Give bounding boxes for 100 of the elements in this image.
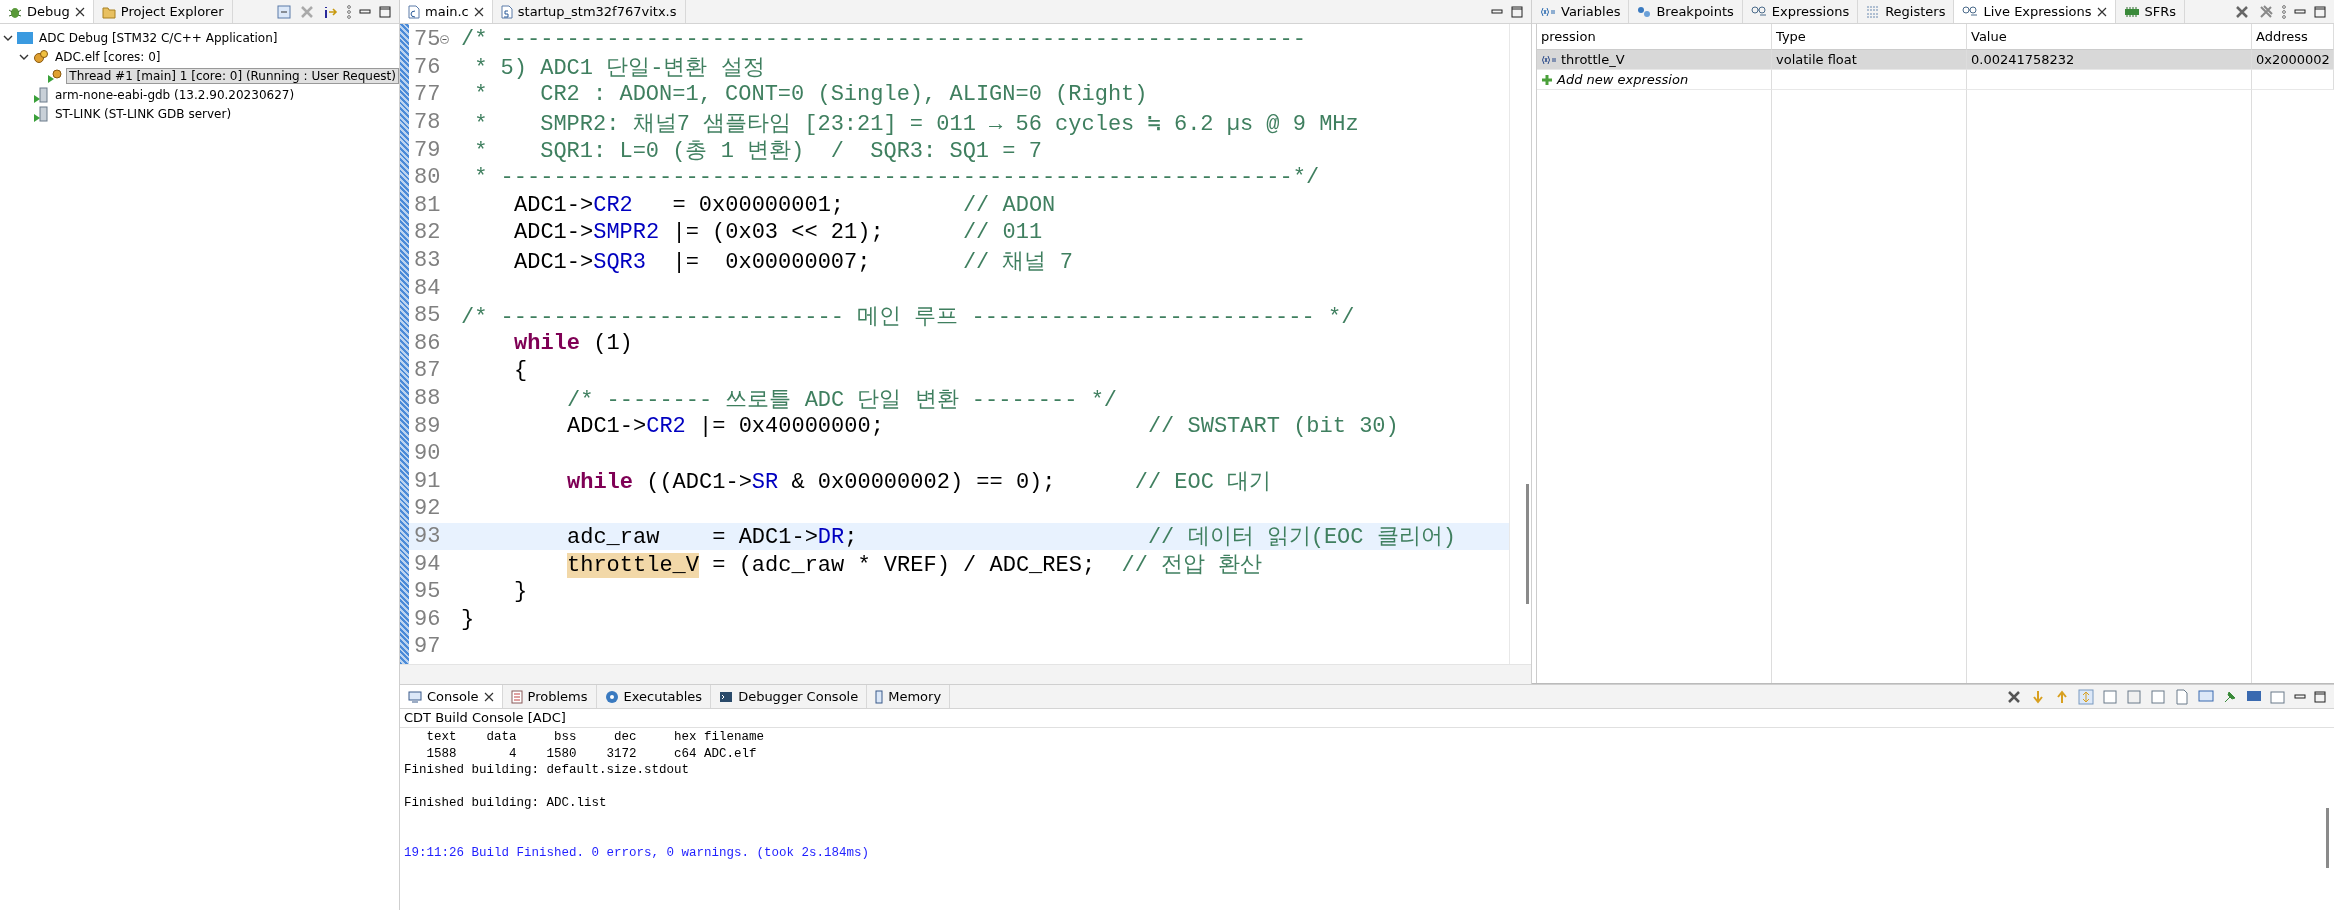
- table-cell: volatile float: [1772, 50, 1967, 70]
- code-line: ADC1->SQR3 |= 0x00000007; // 채널 7: [514, 248, 1073, 276]
- variable-icon: [1541, 54, 1557, 65]
- file-icon: [500, 4, 513, 19]
- code-line: throttle_V = (adc_raw * VREF) / ADC_RES; // 전압 환산: [567, 552, 1263, 580]
- scrollbar-thumb[interactable]: [2325, 808, 2329, 868]
- console-line: 1588 4 1580 3172 c64 ADC.elf: [425, 746, 758, 763]
- line-number: 86: [413, 330, 442, 356]
- line-number: 96: [413, 606, 442, 632]
- line-number: 97: [413, 634, 442, 660]
- folder-icon: [101, 4, 116, 19]
- line-number: 80: [413, 165, 442, 191]
- add-expression-row[interactable]: Add new expression: [1537, 70, 1772, 90]
- table-cell: throttle_V: [1537, 50, 1772, 70]
- code-line: /* -------------------------------------------------------------: [461, 27, 1306, 53]
- console-line: text data bss dec hex filename: [425, 730, 766, 746]
- list-icon: [510, 689, 523, 704]
- line-number: 83: [413, 248, 442, 274]
- code-line: while ((ADC1->SR & 0x00000002) == 0); // EOC 대기: [567, 469, 1272, 497]
- close-icon[interactable]: [473, 6, 484, 17]
- view-tab[interactable]: Live Expressions: [1954, 0, 2116, 23]
- code-line: }: [461, 606, 475, 632]
- line-number: 76: [413, 54, 442, 80]
- line-number: 79: [413, 137, 442, 163]
- more-options-icon[interactable]: [2282, 4, 2286, 19]
- scrollbar-thumb[interactable]: [1526, 484, 1529, 604]
- maximize-icon[interactable]: [2314, 690, 2326, 703]
- tree-item[interactable]: ADC.elf [cores: 0]: [52, 48, 164, 65]
- line-number: 78: [413, 110, 442, 136]
- console-line: 19:11:26 Build Finished. 0 errors, 0 warnings. (took 2s.184ms): [404, 845, 871, 862]
- view-tab[interactable]: Expressions: [1742, 0, 1859, 23]
- table-cell: 0x2000002: [2252, 50, 2334, 70]
- code-line: ADC1->CR2 |= 0x40000000; // SWSTART (bit 30): [567, 413, 1399, 439]
- view-tab[interactable]: SFRs: [2115, 0, 2186, 23]
- more-options-icon[interactable]: [347, 4, 351, 19]
- console-line: Finished building: default.size.stdout: [404, 763, 691, 779]
- close-icon[interactable]: [2096, 6, 2107, 17]
- line-number: 75: [409, 27, 457, 53]
- view-tab[interactable]: main.c: [400, 0, 493, 23]
- close-icon[interactable]: [483, 691, 494, 702]
- code-line: ADC1->SMPR2 |= (0x03 << 21); // 011: [514, 220, 1043, 246]
- view-tab[interactable]: Project Explorer: [93, 0, 233, 23]
- glasses-icon: [1750, 5, 1767, 18]
- collapse-icon[interactable]: [277, 4, 291, 19]
- code-line: }: [514, 579, 528, 605]
- view-tab[interactable]: Debug: [0, 0, 94, 23]
- gears-icon: [33, 48, 49, 65]
- code-line: adc_raw = ADC1->DR; // 데이터 읽기(EOC 클리어): [567, 524, 1456, 552]
- view-tab[interactable]: Problems: [502, 685, 597, 708]
- memory-icon: [875, 689, 884, 704]
- line-number: 84: [413, 275, 442, 301]
- code-line: * SQR1: L=0 (총 1 변환) / SQR3: SQ1 = 7: [473, 138, 1042, 166]
- step-icon[interactable]: [323, 4, 339, 19]
- view-tab[interactable]: Debugger Console: [711, 685, 868, 708]
- tree-item[interactable]: ADC Debug [STM32 C/C++ Application]: [36, 29, 281, 46]
- code-line: /* -------------------------- 메인 루프 -------------------------- */: [461, 303, 1355, 331]
- close-icon[interactable]: [74, 6, 85, 17]
- line-number: 90: [413, 441, 442, 467]
- code-line: * CR2 : ADON=1, CONT=0 (Single), ALIGN=0 (Right): [473, 82, 1148, 108]
- tree-item[interactable]: Thread #1 [main] 1 [core: 0] (Running : User Request): [66, 67, 399, 84]
- line-number: 77: [413, 82, 442, 108]
- file-icon: [408, 4, 420, 19]
- table-cell: 0.00241758232: [1967, 50, 2252, 70]
- maximize-icon[interactable]: [1511, 5, 1523, 18]
- tree-item[interactable]: arm-none-eabi-gdb (13.2.90.20230627): [52, 86, 298, 103]
- line-number: 85: [413, 303, 442, 329]
- clear-icon[interactable]: [2006, 688, 2022, 705]
- code-line: /* -------- 쓰로틀 ADC 단일 변환 -------- */: [567, 386, 1118, 414]
- line-number: 92: [413, 496, 442, 522]
- view-tab[interactable]: Console: [400, 685, 503, 708]
- gear-play-icon: [47, 68, 64, 83]
- maximize-icon[interactable]: [379, 5, 391, 18]
- code-line: {: [514, 358, 528, 384]
- code-line: while (1): [514, 330, 633, 356]
- line-number: 89: [413, 413, 442, 439]
- view-tab[interactable]: startup_stm32f767vitx.s: [492, 0, 686, 23]
- console-title: CDT Build Console [ADC]: [403, 709, 567, 727]
- fold-icon[interactable]: [440, 35, 450, 45]
- terminal-icon: [719, 690, 734, 703]
- plus-icon: [1541, 73, 1553, 86]
- view-tab[interactable]: Executables: [596, 685, 712, 708]
- breakpoint-icon: [1637, 5, 1652, 18]
- view-tab[interactable]: Breakpoints: [1629, 0, 1743, 23]
- glasses-icon: [1962, 5, 1979, 18]
- line-number: 88: [413, 386, 442, 411]
- line-number: 82: [413, 220, 442, 246]
- console-line: Finished building: ADC.list: [404, 796, 608, 812]
- line-number: 81: [413, 192, 442, 218]
- view-tab[interactable]: Memory: [867, 685, 951, 708]
- code-line: * 5) ADC1 단일-변환 설정: [473, 55, 765, 83]
- horizontal-scrollbar[interactable]: [400, 664, 1531, 684]
- remove-icon[interactable]: [2234, 3, 2250, 20]
- maximize-icon[interactable]: [2314, 5, 2326, 18]
- tree-item[interactable]: ST-LINK (ST-LINK GDB server): [52, 105, 235, 122]
- code-line: * ------------------------------------------------------------*/: [473, 165, 1320, 191]
- code-line: ADC1->CR2 = 0x00000001; // ADON: [514, 192, 1056, 218]
- line-number: 94: [413, 551, 442, 577]
- remove-all-icon[interactable]: [2258, 3, 2274, 20]
- view-tab[interactable]: Variables: [1532, 0, 1630, 23]
- server-play-icon: [33, 105, 49, 122]
